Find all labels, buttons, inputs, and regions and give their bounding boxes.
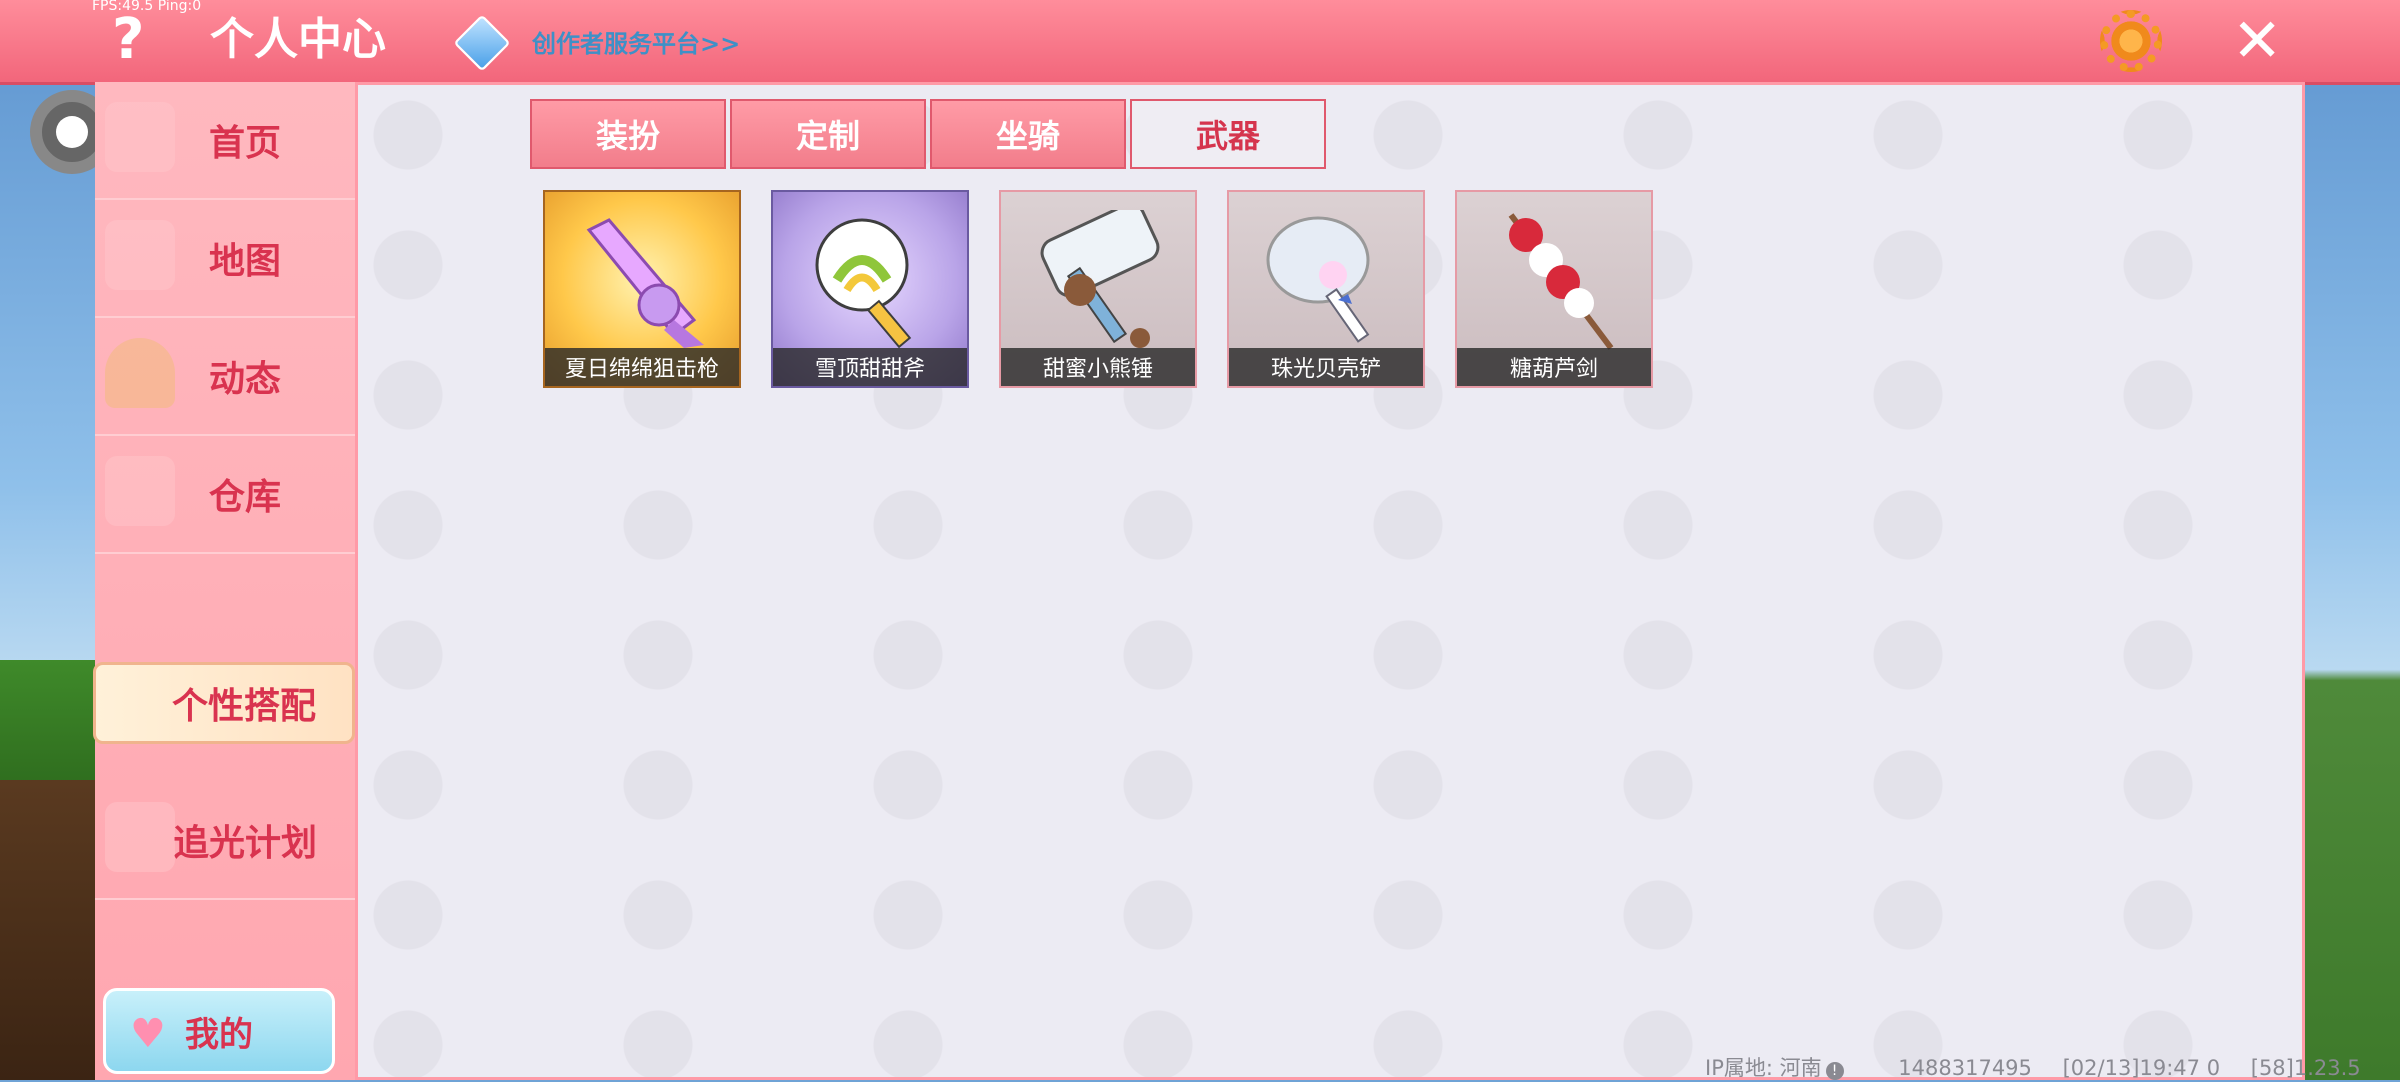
top-bar: FPS:49.5 Ping:0 ? 个人中心 创作者服务平台>> ✕ [0,0,2400,85]
sidebar-item-map[interactable]: 地图 [95,200,355,318]
lollipop-axe-icon [815,218,912,349]
tab-custom[interactable]: 定制 [730,99,926,169]
help-icon[interactable]: ? [112,10,144,70]
tab-mount[interactable]: 坐骑 [930,99,1126,169]
sidebar-item-label: 地图 [208,241,281,282]
content-panel: 装扮 定制 坐骑 武器 夏日绵绵狙击枪 雪顶甜甜斧 甜蜜小熊锤 珠光贝壳铲 糖葫… [355,82,2305,1080]
my-button[interactable]: ♥ 我的 [103,988,335,1074]
sidebar-item-feed[interactable]: 动态 [95,318,355,436]
house-icon [105,102,175,172]
sidebar-item-label: 首页 [208,123,281,164]
weapon-item[interactable]: 雪顶甜甜斧 [771,190,969,388]
sidebar-item-label: 个性搭配 [171,686,316,727]
timestamp: [02/13]19:47 0 [2062,1056,2221,1080]
sidebar-item-light-chase-plan[interactable]: 追光计划 [95,782,355,900]
sniper-rifle-icon [586,218,704,348]
weapon-item[interactable]: 糖葫芦剑 [1455,190,1653,388]
bell-icon [105,338,175,408]
sidebar-item-warehouse[interactable]: 仓库 [95,436,355,554]
storage-icon [105,456,175,526]
gear-icon[interactable] [2100,10,2162,72]
bear-hammer-icon [1040,210,1160,348]
my-button-label: 我的 [185,1014,253,1055]
page-title: 个人中心 [210,14,386,65]
user-id: 1488317495 [1898,1056,2032,1080]
background-cliff [0,780,95,1080]
candied-haws-sword-icon [1508,213,1614,350]
status-bar: IP属地: 河南! 1488317495 [02/13]19:47 0 [58]… [1705,1052,2361,1082]
sidebar-item-label: 动态 [208,359,281,400]
weapon-item[interactable]: 夏日绵绵狙击枪 [543,190,741,388]
item-label: 甜蜜小熊锤 [1001,348,1195,386]
fps-readout: FPS:49.5 Ping:0 [92,0,202,14]
item-label: 雪顶甜甜斧 [773,348,967,386]
tab-weapon[interactable]: 武器 [1130,99,1326,169]
weapon-grid: 夏日绵绵狙击枪 雪顶甜甜斧 甜蜜小熊锤 珠光贝壳铲 糖葫芦剑 [543,190,1653,388]
sidebar-item-label: 仓库 [208,477,281,518]
heart-icon: ♥ [130,1011,166,1057]
category-tabs: 装扮 定制 坐骑 武器 [530,99,1326,169]
background-grass [0,660,95,800]
tab-outfit[interactable]: 装扮 [530,99,726,169]
version: [58]1.23.5 [2250,1056,2361,1080]
sidebar-item-home[interactable]: 首页 [95,82,355,200]
item-label: 糖葫芦剑 [1457,348,1651,386]
info-icon[interactable]: ! [1825,1062,1844,1080]
sidebar-item-personal-style[interactable]: 个性搭配 [93,662,355,744]
shell-shovel-icon [1266,216,1370,343]
weapon-item[interactable]: 珠光贝壳铲 [1227,190,1425,388]
close-icon[interactable]: ✕ [2232,6,2282,76]
cube-icon[interactable] [453,14,511,72]
item-label: 夏日绵绵狙击枪 [545,348,739,386]
sidebar-item-label: 追光计划 [172,823,317,864]
creator-platform-link[interactable]: 创作者服务平台>> [532,24,740,59]
item-label: 珠光贝壳铲 [1229,348,1423,386]
ip-location: IP属地: 河南! [1705,1056,1868,1080]
weapon-item[interactable]: 甜蜜小熊锤 [999,190,1197,388]
map-icon [105,220,175,290]
gift-icon [105,802,175,872]
sidebar: 首页 地图 动态 仓库 个性搭配 追光计划 ♥ 我的 [93,82,355,1080]
